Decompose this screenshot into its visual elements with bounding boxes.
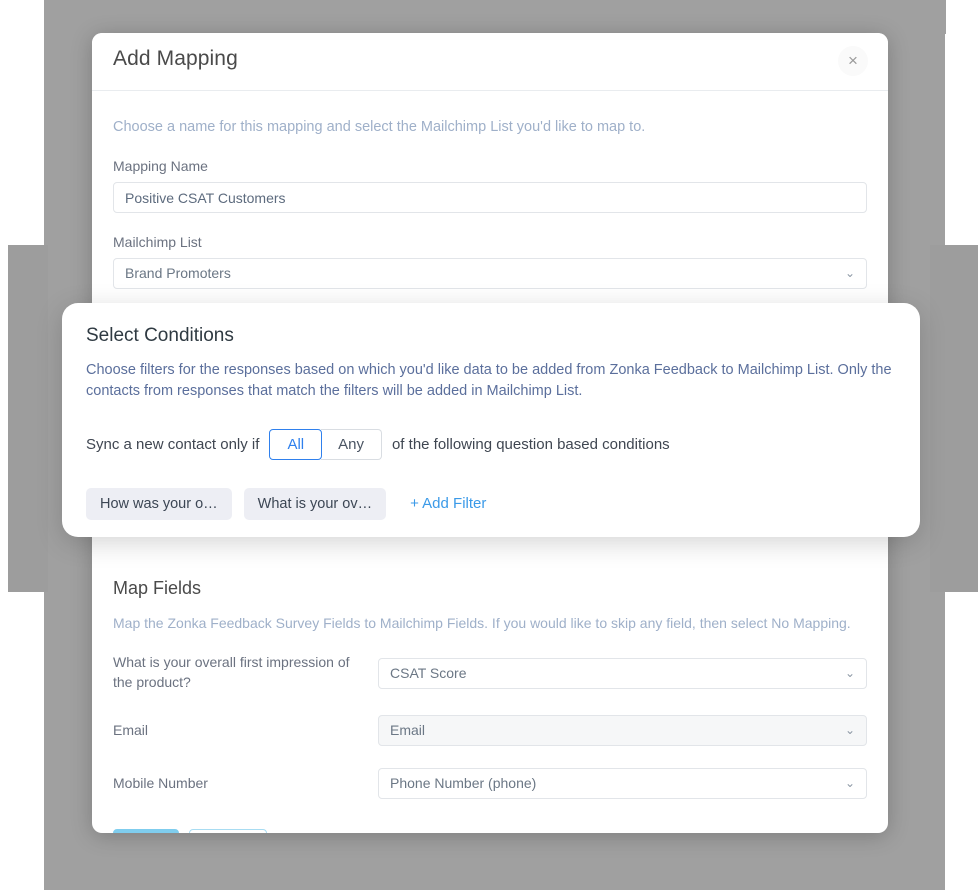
dialog-actions: Save Cancel <box>113 829 867 833</box>
close-icon[interactable]: × <box>838 46 868 76</box>
select-conditions-title: Select Conditions <box>86 325 234 346</box>
save-button[interactable]: Save <box>113 829 179 833</box>
map-field-select[interactable]: CSAT Score ⌄ <box>378 657 867 689</box>
background-panel-notch <box>888 0 946 34</box>
filter-chip[interactable]: How was your o… <box>86 487 232 520</box>
sync-suffix-label: of the following question based conditio… <box>391 435 670 453</box>
dialog-intro-text: Choose a name for this mapping and selec… <box>113 119 646 135</box>
filter-chip[interactable]: What is your ov… <box>243 487 387 520</box>
mailchimp-list-label: Mailchimp List <box>113 234 202 251</box>
mapping-name-label: Mapping Name <box>113 158 208 175</box>
map-field-row: Email Email ⌄ <box>113 715 867 747</box>
filter-chips-row: How was your o… What is your ov… + Add F… <box>86 487 896 520</box>
page-title: Add Mapping <box>113 47 238 70</box>
map-field-value: Email <box>390 722 426 739</box>
map-field-label: What is your overall first impression of… <box>113 654 350 691</box>
match-mode-toggle-group: All Any <box>269 428 382 460</box>
sync-prefix-label: Sync a new contact only if <box>86 435 260 453</box>
map-field-select-wrapper: CSAT Score ⌄ <box>378 657 867 689</box>
background-panel-left <box>8 245 48 592</box>
map-field-row: What is your overall first impression of… <box>113 653 867 693</box>
map-field-select[interactable]: Phone Number (phone) ⌄ <box>378 768 867 800</box>
mailchimp-list-value: Brand Promoters <box>125 265 231 282</box>
map-fields-title: Map Fields <box>113 578 202 599</box>
cancel-button[interactable]: Cancel <box>188 829 267 833</box>
map-field-value: Phone Number (phone) <box>390 775 537 792</box>
background-panel-right <box>930 245 978 592</box>
map-field-select[interactable]: Email ⌄ <box>378 715 867 747</box>
match-mode-all-button[interactable]: All <box>269 428 323 460</box>
map-field-label: Mobile Number <box>113 774 208 791</box>
add-filter-button[interactable]: + Add Filter <box>410 495 486 512</box>
map-field-label: Email <box>113 721 149 738</box>
map-field-select-wrapper: Email ⌄ <box>378 715 867 747</box>
map-field-select-wrapper: Phone Number (phone) ⌄ <box>378 768 867 800</box>
chevron-down-icon: ⌄ <box>844 665 855 680</box>
chevron-down-icon: ⌄ <box>844 723 855 738</box>
mapping-name-input[interactable] <box>113 182 867 214</box>
map-field-value: CSAT Score <box>390 664 467 681</box>
chevron-down-icon: ⌄ <box>844 776 855 791</box>
chevron-down-icon: ⌄ <box>844 266 855 281</box>
map-field-row: Mobile Number Phone Number (phone) ⌄ <box>113 768 867 800</box>
match-mode-any-button[interactable]: Any <box>321 428 382 460</box>
select-conditions-card: Select Conditions Choose filters for the… <box>62 303 920 537</box>
mailchimp-list-select[interactable]: Brand Promoters ⌄ <box>113 258 867 290</box>
dialog-header: Add Mapping × <box>92 33 888 91</box>
select-conditions-description: Choose filters for the responses based o… <box>86 362 892 400</box>
sync-condition-row: Sync a new contact only if All Any of th… <box>86 428 896 460</box>
map-fields-description: Map the Zonka Feedback Survey Fields to … <box>113 615 851 632</box>
